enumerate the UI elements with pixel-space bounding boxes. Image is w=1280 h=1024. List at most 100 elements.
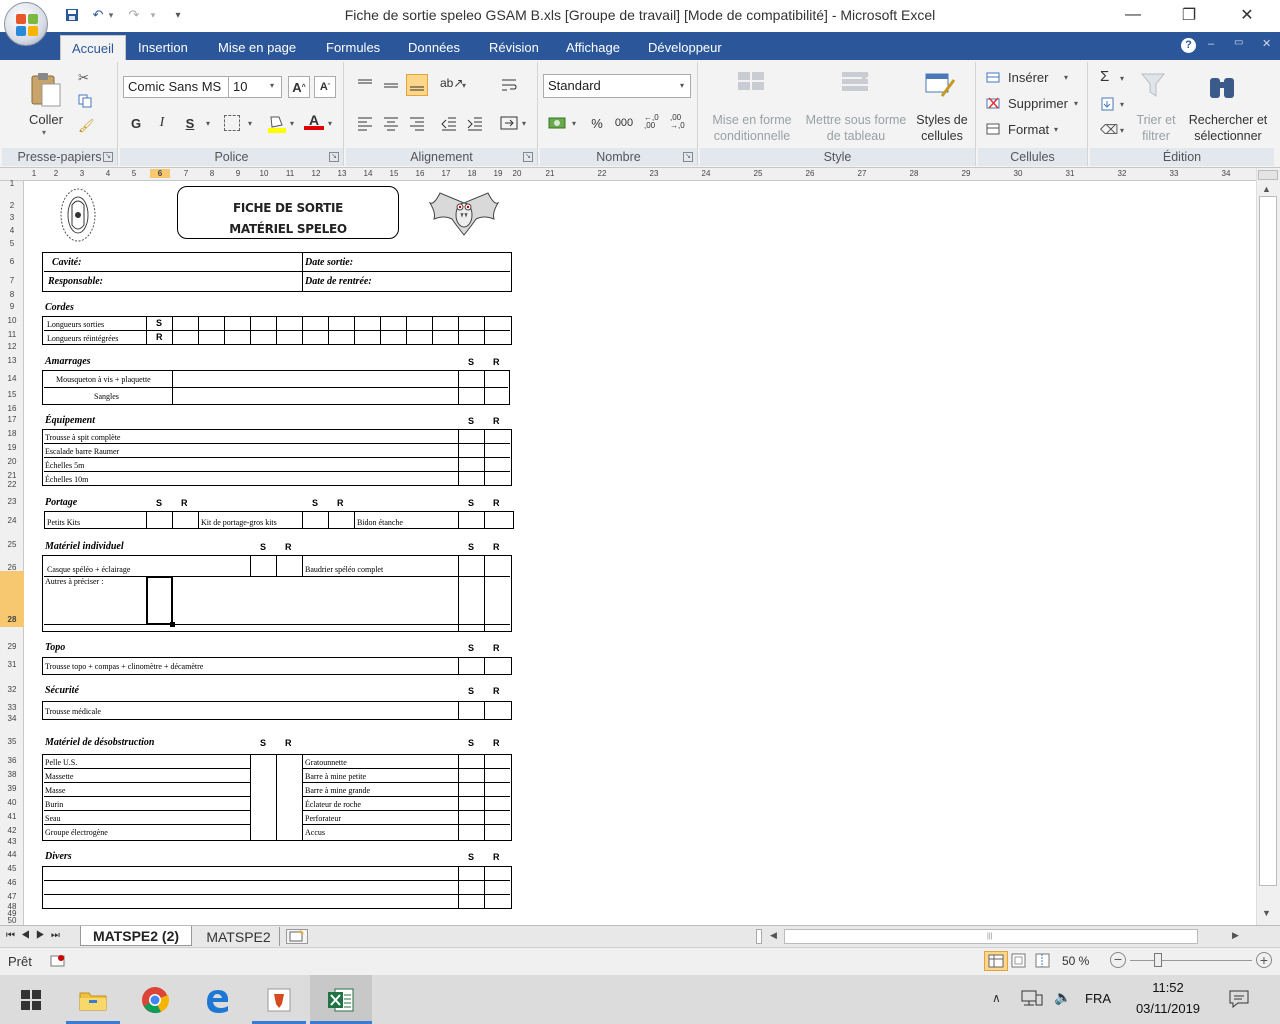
clear-dropdown-icon[interactable]: ▾ xyxy=(1120,126,1124,135)
cut-icon[interactable]: ✂ xyxy=(78,70,94,86)
column-header[interactable]: 21 xyxy=(540,169,560,178)
column-header[interactable]: 16 xyxy=(410,169,430,178)
row-header[interactable]: 47 xyxy=(0,892,24,901)
insert-cells-icon[interactable] xyxy=(986,70,1002,84)
fill-icon[interactable] xyxy=(1100,96,1116,112)
delete-cells-icon[interactable] xyxy=(986,96,1002,110)
number-format-select[interactable]: Standard xyxy=(543,74,691,98)
row-header[interactable]: 46 xyxy=(0,878,24,887)
minimize-button[interactable]: — xyxy=(1104,0,1162,30)
fill-color-icon[interactable] xyxy=(266,114,288,134)
conditional-format-button[interactable]: Mise en forme conditionnelle xyxy=(702,112,802,144)
workbook-close-icon[interactable]: ✕ xyxy=(1262,37,1271,50)
decrease-decimal-icon[interactable]: ,00 →,0 xyxy=(670,114,690,132)
file-explorer-icon[interactable] xyxy=(62,975,124,1024)
bold-button[interactable]: G xyxy=(126,112,146,134)
column-header[interactable]: 23 xyxy=(644,169,664,178)
save-icon[interactable] xyxy=(62,6,82,24)
worksheet-grid[interactable]: FICHE DE SORTIE MATÉRIEL SPELEO Cavité: … xyxy=(24,181,1256,925)
merge-center-icon[interactable] xyxy=(500,114,518,132)
font-color-icon[interactable]: A xyxy=(304,112,324,134)
row-header[interactable]: 38 xyxy=(0,770,24,779)
column-header[interactable]: 5 xyxy=(124,169,144,178)
row-header[interactable]: 42 xyxy=(0,826,24,835)
tab-mise-en-page[interactable]: Mise en page xyxy=(207,35,307,60)
align-right-icon[interactable] xyxy=(408,114,426,132)
row-header[interactable]: 41 xyxy=(0,812,24,821)
windows-start-icon[interactable] xyxy=(0,975,62,1024)
column-header[interactable]: 8 xyxy=(202,169,222,178)
sort-filter-icon[interactable] xyxy=(1138,70,1172,102)
normal-view-icon[interactable] xyxy=(984,951,1008,971)
workbook-restore-icon[interactable]: ▭ xyxy=(1234,37,1243,48)
paste-button[interactable]: Coller xyxy=(24,111,68,127)
row-header[interactable]: 34 xyxy=(0,714,24,723)
sort-filter-button[interactable]: Trier et filtrer xyxy=(1130,112,1182,144)
font-name-input[interactable]: Comic Sans MS xyxy=(123,76,229,98)
column-header[interactable]: 13 xyxy=(332,169,352,178)
column-header[interactable]: 2 xyxy=(46,169,66,178)
grow-font-icon[interactable]: A ^ xyxy=(288,76,310,98)
row-header[interactable]: 33 xyxy=(0,703,24,712)
app-icon[interactable] xyxy=(248,975,310,1024)
row-header[interactable]: 14 xyxy=(0,374,24,383)
close-button[interactable]: ✕ xyxy=(1218,0,1276,30)
align-top-icon[interactable] xyxy=(356,76,374,94)
increase-indent-icon[interactable] xyxy=(466,114,484,132)
tab-donnees[interactable]: Données xyxy=(397,35,471,60)
shrink-font-icon[interactable]: Aˇ xyxy=(314,76,336,98)
row-header[interactable]: 2 xyxy=(0,201,24,210)
row-header[interactable]: 28 xyxy=(0,571,24,627)
excel-taskbar-icon[interactable] xyxy=(310,975,372,1024)
undo-dropdown-icon[interactable]: ▾ xyxy=(104,6,118,24)
scroll-right-icon[interactable]: ▶ xyxy=(1232,930,1239,941)
insert-dropdown-icon[interactable]: ▾ xyxy=(1064,73,1068,82)
maximize-button[interactable]: ❐ xyxy=(1160,0,1218,30)
network-icon[interactable] xyxy=(1020,989,1044,1009)
delete-button[interactable]: Supprimer xyxy=(1008,96,1068,111)
italic-button[interactable]: I xyxy=(152,112,172,134)
column-header[interactable]: 9 xyxy=(228,169,248,178)
zoom-slider-thumb[interactable] xyxy=(1154,953,1162,967)
column-header[interactable]: 31 xyxy=(1060,169,1080,178)
row-header[interactable]: 39 xyxy=(0,784,24,793)
font-size-dropdown-icon[interactable]: ▾ xyxy=(270,81,274,90)
column-header[interactable]: 4 xyxy=(98,169,118,178)
row-header[interactable]: 44 xyxy=(0,850,24,859)
column-header[interactable]: 19 xyxy=(488,169,508,178)
vertical-scroll-thumb[interactable] xyxy=(1259,196,1277,886)
clock-date[interactable]: 03/11/2019 xyxy=(1124,1001,1212,1016)
horizontal-scroll-thumb[interactable]: ||| xyxy=(784,929,1198,944)
row-header[interactable]: 50 xyxy=(0,916,24,925)
column-header[interactable]: 12 xyxy=(306,169,326,178)
row-header[interactable]: 17 xyxy=(0,415,24,424)
decrease-indent-icon[interactable] xyxy=(440,114,458,132)
row-header[interactable]: 1 xyxy=(0,179,24,188)
column-header[interactable]: 20 xyxy=(507,169,527,178)
row-header[interactable]: 43 xyxy=(0,837,24,846)
tab-affichage[interactable]: Affichage xyxy=(555,35,631,60)
row-header[interactable]: 19 xyxy=(0,443,24,452)
edge-icon[interactable] xyxy=(186,975,248,1024)
row-header[interactable]: 22 xyxy=(0,480,24,489)
format-as-table-icon[interactable] xyxy=(840,70,872,100)
increase-decimal-icon[interactable]: ←,0,00 xyxy=(644,114,664,132)
align-middle-icon[interactable] xyxy=(382,76,400,94)
language-indicator[interactable]: FRA xyxy=(1085,991,1111,1006)
tab-revision[interactable]: Révision xyxy=(478,35,550,60)
sheet-nav-icons[interactable]: ⏮◀▶⏭ xyxy=(6,930,66,941)
insert-button[interactable]: Insérer xyxy=(1008,70,1048,85)
fill-handle[interactable] xyxy=(170,622,175,627)
column-header[interactable]: 33 xyxy=(1164,169,1184,178)
column-header[interactable]: 34 xyxy=(1216,169,1236,178)
underline-button[interactable]: S xyxy=(180,112,200,134)
tab-developpeur[interactable]: Développeur xyxy=(637,35,733,60)
workbook-minimize-icon[interactable]: – xyxy=(1208,38,1214,50)
delete-dropdown-icon[interactable]: ▾ xyxy=(1074,99,1078,108)
show-hidden-icons[interactable]: ∧ xyxy=(992,991,1001,1005)
split-box-icon[interactable] xyxy=(1258,170,1278,180)
active-cell-cursor[interactable] xyxy=(146,576,173,625)
column-header[interactable]: 14 xyxy=(358,169,378,178)
page-break-view-icon[interactable] xyxy=(1034,953,1052,969)
vertical-scrollbar[interactable]: ▲ ▼ xyxy=(1256,168,1280,925)
